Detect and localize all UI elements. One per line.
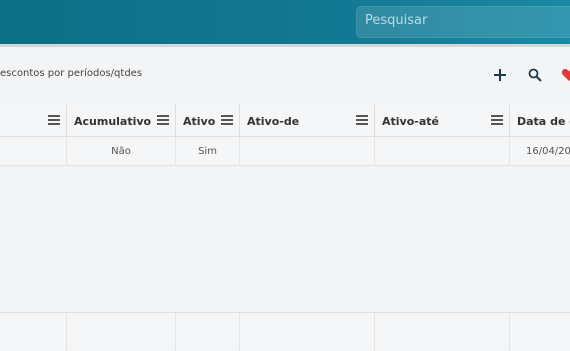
footer-cell — [510, 313, 570, 351]
column-header-ativo-de[interactable]: Ativo-de — [240, 105, 375, 137]
heart-icon — [561, 69, 570, 81]
column-header-label: Data de c — [517, 114, 570, 128]
table-row[interactable]: Não Sim 16/04/20 — [0, 137, 570, 166]
table-cell — [375, 137, 510, 166]
footer-cell — [0, 313, 67, 351]
column-header-0[interactable] — [0, 105, 67, 137]
menu-icon[interactable] — [157, 115, 169, 125]
footer-cell — [240, 313, 375, 351]
column-header-ativo-ate[interactable]: Ativo-até — [375, 105, 510, 137]
table-cell: Não — [67, 137, 176, 166]
search-input[interactable]: Pesquisar — [356, 6, 570, 38]
table-cell: Sim — [176, 137, 240, 166]
search-button[interactable] — [524, 64, 546, 86]
footer-cell — [176, 313, 240, 351]
top-app-bar: Pesquisar — [0, 0, 570, 47]
breadcrumb: escontos por períodos/qtdes — [0, 68, 143, 79]
column-header-ativo[interactable]: Ativo — [176, 105, 240, 137]
table-cell — [0, 137, 67, 166]
menu-icon[interactable] — [48, 115, 60, 125]
menu-icon[interactable] — [221, 115, 233, 125]
plus-icon — [494, 69, 506, 81]
favorite-button[interactable] — [558, 64, 570, 86]
column-header-label: Ativo — [183, 114, 216, 128]
table-footer-row — [0, 312, 570, 351]
column-header-data[interactable]: Data de c — [510, 105, 570, 137]
add-button[interactable] — [489, 64, 511, 86]
column-header-label: Ativo-de — [247, 114, 300, 128]
column-header-label: Ativo-até — [382, 114, 439, 128]
column-header-acumulativo[interactable]: Acumulativo — [67, 105, 176, 137]
page-toolbar: escontos por períodos/qtdes — [0, 58, 570, 92]
menu-icon[interactable] — [356, 115, 368, 125]
column-header-label: Acumulativo — [74, 114, 152, 128]
menu-icon[interactable] — [491, 115, 503, 125]
footer-cell — [375, 313, 510, 351]
table-header-row: Acumulativo Ativo Ativo-de Ativo-até Dat… — [0, 105, 570, 137]
table-cell: 16/04/20 — [526, 146, 570, 157]
footer-cell — [67, 313, 176, 351]
search-icon — [528, 68, 542, 82]
table-cell — [240, 137, 375, 166]
